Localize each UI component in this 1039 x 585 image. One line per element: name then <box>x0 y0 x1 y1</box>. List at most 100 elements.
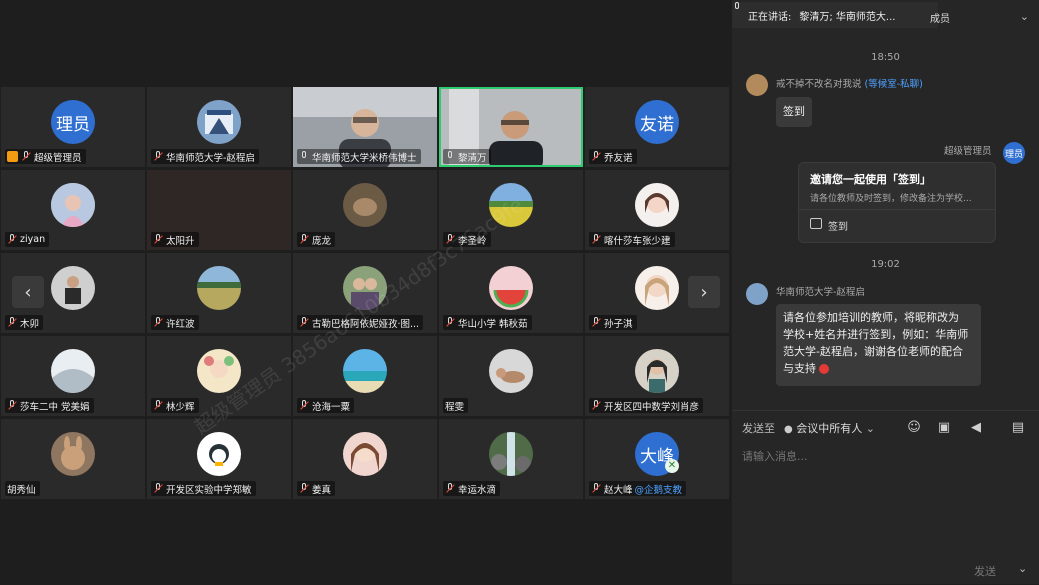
org-tag: @企鹅支教 <box>634 484 683 496</box>
participant-nameplate: 华山小学 韩秋茹 <box>443 315 532 330</box>
participant-video-tile[interactable]: 华南师范大学米桥伟博士 <box>293 87 437 167</box>
speaking-label: 正在讲话: <box>748 11 792 23</box>
send-to-label: 发送至 <box>742 422 775 435</box>
avatar <box>489 266 533 310</box>
participant-name: 幸运水滴 <box>458 484 497 496</box>
participant-tile[interactable]: 程雯 <box>439 336 583 416</box>
participant-tile[interactable]: 太阳升 <box>147 170 291 250</box>
avatar <box>51 266 95 310</box>
mic-muted-icon <box>299 400 309 411</box>
participant-tile[interactable]: 姜真 <box>293 419 437 499</box>
participant-name: 许红波 <box>166 318 195 330</box>
participant-tile[interactable]: 古勒巴格阿依妮娅孜·图... <box>293 253 437 333</box>
chevron-left-icon: ‹ <box>24 281 32 303</box>
participant-tile[interactable]: 喀什莎车张少建 <box>585 170 729 250</box>
avatar: 理员 <box>51 100 95 144</box>
participant-tile[interactable]: ziyan <box>1 170 145 250</box>
participant-tile[interactable]: 友诺 乔友诺 <box>585 87 729 167</box>
participant-tile[interactable]: 开发区四中数学刘肖彦 <box>585 336 729 416</box>
participant-name: 开发区四中数学刘肖彦 <box>604 401 700 413</box>
participant-name: 华南师范大学-赵程启 <box>166 152 255 164</box>
mic-muted-icon <box>299 483 309 494</box>
participant-name: 古勒巴格阿依妮娅孜·图... <box>312 318 420 330</box>
participant-tile[interactable]: 李圣岭 <box>439 170 583 250</box>
participant-nameplate: 程雯 <box>443 398 469 413</box>
avatar <box>343 266 387 310</box>
wecom-badge-icon: ✕ <box>665 459 679 473</box>
message-input[interactable]: 请输入消息... <box>742 448 808 464</box>
flower-emoji-icon <box>819 364 829 374</box>
participant-name: 黎清万 <box>458 152 487 164</box>
chevron-down-icon[interactable]: ⌄ <box>1020 10 1029 23</box>
next-page-button[interactable]: › <box>688 276 720 308</box>
participant-name: 喀什莎车张少建 <box>604 235 671 247</box>
chat-input-area: 发送至 ● 会议中所有人 ⌄ ☺ ▣ ◀ ▤ 请输入消息... 发送 ⌄ <box>732 410 1039 585</box>
message-sender: 戒不掉不改名对我说 (等候室-私聊) <box>776 79 923 90</box>
card-description: 请各位教师及时签到，修改备注为学校... <box>810 194 972 204</box>
participant-name: 华山小学 韩秋茹 <box>458 318 528 330</box>
emoji-icon[interactable]: ☺ <box>906 420 922 436</box>
avatar <box>489 349 533 393</box>
prev-page-button[interactable]: ‹ <box>12 276 44 308</box>
megaphone-icon[interactable]: ◀ <box>968 420 984 436</box>
participant-name: 木卯 <box>20 318 40 330</box>
chat-settings-icon[interactable]: ▤ <box>1010 420 1026 436</box>
participant-name: 超级管理员 <box>34 152 82 164</box>
participant-nameplate: 超级管理员 <box>5 149 86 164</box>
mic-muted-icon <box>445 483 455 494</box>
signin-invite-card[interactable]: 邀请您一起使用「签到」 请各位教师及时签到，修改备注为学校... 签到 <box>798 162 996 243</box>
participant-tile[interactable]: 华南师范大学-赵程启 <box>147 87 291 167</box>
participant-tile[interactable]: 理员 超级管理员 <box>1 87 145 167</box>
avatar <box>489 432 533 476</box>
sender-avatar <box>746 74 768 96</box>
participant-tile[interactable]: 沧海一粟 <box>293 336 437 416</box>
mic-icon <box>299 151 309 162</box>
participant-tile[interactable]: 开发区实验中学郑敏 <box>147 419 291 499</box>
mic-muted-icon <box>299 317 309 328</box>
participant-nameplate: ziyan <box>5 232 50 247</box>
participant-nameplate: 许红波 <box>151 315 199 330</box>
recipient-selector[interactable]: ● 会议中所有人 ⌄ <box>784 420 875 436</box>
participant-tile[interactable]: 庞龙 <box>293 170 437 250</box>
participant-tile[interactable]: 胡秀仙 <box>1 419 145 499</box>
timestamp: 18:50 <box>871 52 900 63</box>
avatar <box>489 183 533 227</box>
sender-avatar <box>746 283 768 305</box>
participant-name: 乔友诺 <box>604 152 633 164</box>
participant-nameplate: 华南师范大学-赵程启 <box>151 149 259 164</box>
sender-avatar: 理员 <box>1003 142 1025 164</box>
participant-name: ziyan <box>20 234 46 245</box>
participant-tile[interactable]: 幸运水滴 <box>439 419 583 499</box>
avatar <box>51 183 95 227</box>
mic-muted-icon <box>153 151 163 162</box>
participant-tile[interactable]: 许红波 <box>147 253 291 333</box>
participant-tile[interactable]: 林少辉 <box>147 336 291 416</box>
card-action-label: 签到 <box>828 222 848 233</box>
participant-tile[interactable]: 莎车二中 党美娟 <box>1 336 145 416</box>
avatar <box>197 349 241 393</box>
participant-name: 李圣岭 <box>458 235 487 247</box>
send-button[interactable]: 发送 <box>974 563 996 579</box>
participant-nameplate: 木卯 <box>5 315 44 330</box>
participant-nameplate: 喀什莎车张少建 <box>589 232 675 247</box>
participant-nameplate: 古勒巴格阿依妮娅孜·图... <box>297 315 424 330</box>
chevron-down-icon: ⌄ <box>865 422 875 435</box>
mic-muted-icon <box>445 234 455 245</box>
participant-name: 姜真 <box>312 484 332 496</box>
speaking-names: 黎清万; 华南师范大... <box>799 11 896 23</box>
avatar <box>343 349 387 393</box>
avatar <box>197 266 241 310</box>
mic-muted-icon <box>153 234 163 245</box>
participant-tile[interactable]: 大峰 ✕ 赵大峰 @企鹅支教 <box>585 419 729 499</box>
members-tab[interactable]: 成员 <box>930 10 950 25</box>
mic-muted-icon <box>591 317 601 328</box>
folder-icon[interactable]: ▣ <box>936 420 952 436</box>
participant-video-tile-active[interactable]: 黎清万 <box>439 87 583 167</box>
participant-nameplate: 黎清万 <box>443 149 491 164</box>
chevron-down-icon[interactable]: ⌄ <box>1018 562 1027 575</box>
participant-tile[interactable]: 华山小学 韩秋茹 <box>439 253 583 333</box>
mic-muted-icon <box>21 151 31 162</box>
participant-name: 太阳升 <box>166 235 195 247</box>
mic-muted-icon <box>591 234 601 245</box>
participant-nameplate: 乔友诺 <box>589 149 637 164</box>
